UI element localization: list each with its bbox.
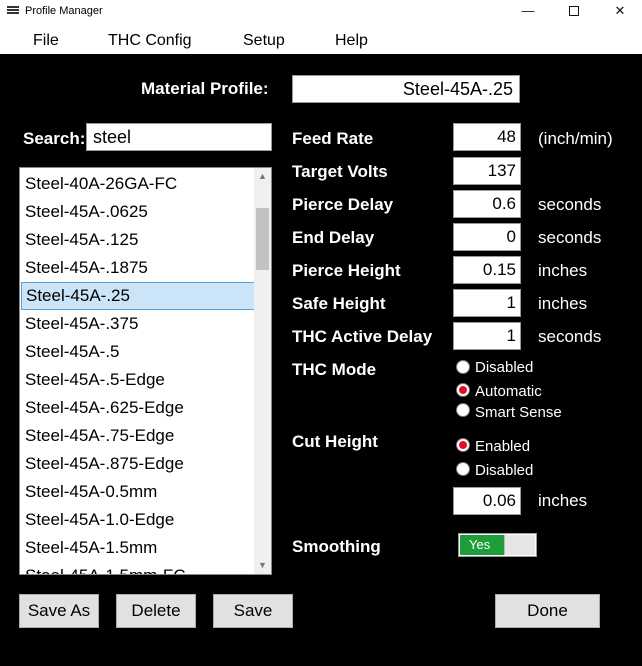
end-delay-input[interactable]: 0 bbox=[453, 223, 521, 251]
smoothing-label: Smoothing bbox=[292, 537, 381, 556]
smoothing-toggle-knob[interactable] bbox=[504, 535, 535, 555]
pierce-height-unit: inches bbox=[538, 261, 588, 280]
safe-height-label: Safe Height bbox=[292, 294, 386, 313]
list-item[interactable]: Steel-45A-1.5mm bbox=[21, 534, 255, 562]
list-item[interactable]: Steel-45A-.75-Edge bbox=[21, 422, 255, 450]
window-title: Profile Manager bbox=[25, 5, 103, 17]
pierce-delay-label: Pierce Delay bbox=[292, 195, 394, 214]
list-item[interactable]: Steel-45A-.125 bbox=[21, 226, 255, 254]
thc-mode-smart-sense-label[interactable]: Smart Sense bbox=[475, 404, 562, 421]
menu-file[interactable]: File bbox=[33, 32, 59, 50]
list-scrollbar[interactable]: ▲ ▼ bbox=[254, 168, 271, 574]
main-panel: Material Profile: Steel-45A-.25 Search: … bbox=[0, 54, 642, 666]
feed-rate-unit: (inch/min) bbox=[538, 129, 613, 148]
feed-rate-label: Feed Rate bbox=[292, 129, 374, 148]
maximize-icon bbox=[569, 6, 579, 16]
list-item[interactable]: Steel-40A-26GA-FC bbox=[21, 170, 255, 198]
title-bar: Profile Manager — ✕ bbox=[0, 0, 642, 24]
smoothing-toggle-label: Yes bbox=[460, 535, 504, 555]
app-menu-icon[interactable] bbox=[7, 6, 19, 17]
save-as-button[interactable]: Save As bbox=[19, 594, 99, 628]
profile-list[interactable]: Steel-40A-26GA-FC Steel-45A-.0625 Steel-… bbox=[19, 167, 272, 575]
safe-height-unit: inches bbox=[538, 294, 588, 313]
pierce-delay-unit: seconds bbox=[538, 195, 602, 214]
close-button[interactable]: ✕ bbox=[597, 0, 642, 24]
thc-mode-disabled-label[interactable]: Disabled bbox=[475, 359, 533, 376]
list-item[interactable]: Steel-45A-.625-Edge bbox=[21, 394, 255, 422]
thc-mode-smart-sense-radio[interactable] bbox=[456, 403, 470, 417]
list-item-selected[interactable]: Steel-45A-.25 bbox=[21, 282, 255, 310]
smoothing-toggle[interactable]: Yes bbox=[458, 533, 537, 557]
list-item[interactable]: Steel-45A-.875-Edge bbox=[21, 450, 255, 478]
cut-height-input[interactable]: 0.06 bbox=[453, 487, 521, 515]
material-profile-field[interactable]: Steel-45A-.25 bbox=[292, 75, 520, 103]
list-item[interactable]: Steel-45A-.5 bbox=[21, 338, 255, 366]
feed-rate-input[interactable]: 48 bbox=[453, 123, 521, 151]
list-item[interactable]: Steel-45A-.0625 bbox=[21, 198, 255, 226]
target-volts-input[interactable]: 137 bbox=[453, 157, 521, 185]
save-button[interactable]: Save bbox=[213, 594, 293, 628]
cut-height-label: Cut Height bbox=[292, 432, 378, 451]
scroll-down-icon[interactable]: ▼ bbox=[254, 557, 271, 574]
pierce-height-label: Pierce Height bbox=[292, 261, 401, 280]
thc-active-delay-input[interactable]: 1 bbox=[453, 322, 521, 350]
cut-height-enabled-label[interactable]: Enabled bbox=[475, 438, 530, 455]
end-delay-unit: seconds bbox=[538, 228, 602, 247]
target-volts-label: Target Volts bbox=[292, 162, 388, 181]
pierce-delay-input[interactable]: 0.6 bbox=[453, 190, 521, 218]
material-profile-label: Material Profile: bbox=[141, 79, 269, 98]
list-item[interactable]: Steel-45A-.5-Edge bbox=[21, 366, 255, 394]
end-delay-label: End Delay bbox=[292, 228, 375, 247]
list-item[interactable]: Steel-45A-.375 bbox=[21, 310, 255, 338]
list-item[interactable]: Steel-45A-0.5mm bbox=[21, 478, 255, 506]
thc-mode-automatic-label[interactable]: Automatic bbox=[475, 383, 542, 400]
list-item[interactable]: Steel-45A-1.0-Edge bbox=[21, 506, 255, 534]
scroll-up-icon[interactable]: ▲ bbox=[254, 168, 271, 185]
thc-active-delay-label: THC Active Delay bbox=[292, 327, 433, 346]
thc-mode-disabled-radio[interactable] bbox=[456, 360, 470, 374]
cut-height-disabled-label[interactable]: Disabled bbox=[475, 462, 533, 479]
list-item[interactable]: Steel-45A-1.5mm-FC bbox=[21, 562, 255, 574]
thc-mode-label: THC Mode bbox=[292, 360, 377, 379]
pierce-height-input[interactable]: 0.15 bbox=[453, 256, 521, 284]
thc-active-delay-unit: seconds bbox=[538, 327, 602, 346]
done-button[interactable]: Done bbox=[495, 594, 600, 628]
cut-height-unit: inches bbox=[538, 491, 588, 510]
maximize-button[interactable] bbox=[551, 0, 597, 24]
list-item[interactable]: Steel-45A-.1875 bbox=[21, 254, 255, 282]
cut-height-enabled-radio[interactable] bbox=[456, 438, 470, 452]
safe-height-input[interactable]: 1 bbox=[453, 289, 521, 317]
delete-button[interactable]: Delete bbox=[116, 594, 196, 628]
menu-setup[interactable]: Setup bbox=[243, 32, 285, 50]
cut-height-disabled-radio[interactable] bbox=[456, 462, 470, 476]
thc-mode-automatic-radio[interactable] bbox=[456, 383, 470, 397]
search-label: Search: bbox=[23, 129, 86, 148]
scroll-thumb[interactable] bbox=[256, 208, 269, 270]
minimize-button[interactable]: — bbox=[505, 0, 551, 24]
search-input[interactable]: steel bbox=[86, 123, 272, 151]
menu-thc-config[interactable]: THC Config bbox=[108, 32, 192, 50]
menu-bar: File THC Config Setup Help bbox=[0, 28, 642, 54]
menu-help[interactable]: Help bbox=[335, 32, 368, 50]
